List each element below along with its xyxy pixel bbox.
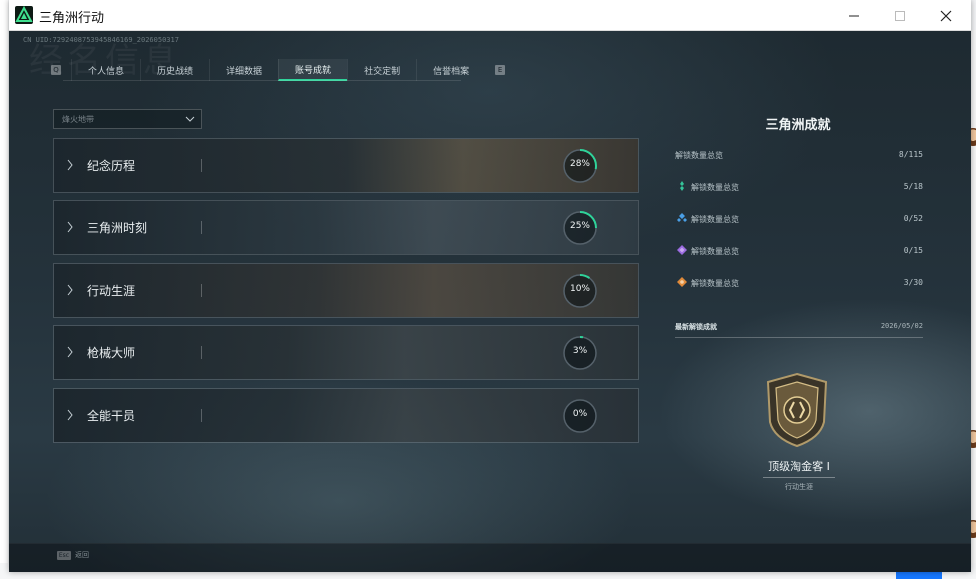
chevron-right-icon bbox=[67, 409, 73, 421]
badge-name: 顶级淘金客 I bbox=[768, 460, 830, 473]
category-row[interactable]: 枪械大师 3% bbox=[53, 325, 639, 380]
minimize-button[interactable] bbox=[831, 0, 877, 31]
category-banner bbox=[54, 326, 638, 379]
close-icon bbox=[940, 10, 952, 21]
stat-label: 解锁数量总览 bbox=[691, 279, 739, 288]
latest-unlock-label: 最新解锁成就 bbox=[675, 323, 717, 331]
tier-orange-icon bbox=[677, 277, 687, 287]
tier-blue-icon bbox=[677, 213, 687, 222]
stat-label: 解锁数量总览 bbox=[691, 247, 739, 256]
category-row[interactable]: 三角洲时刻 25% bbox=[53, 200, 639, 255]
progress-percent: 3% bbox=[572, 346, 588, 356]
tab-social[interactable]: 社交定制 bbox=[347, 59, 416, 81]
mode-filter-dropdown[interactable]: 烽火地带 bbox=[53, 109, 202, 129]
chevron-right-icon bbox=[67, 284, 73, 296]
tab-personal-info[interactable]: 个人信息 bbox=[71, 59, 140, 81]
app-logo-icon bbox=[15, 6, 33, 24]
progress-percent: 28% bbox=[569, 159, 590, 169]
footer-bar: Esc 返回 bbox=[9, 543, 971, 572]
tab-next-key[interactable]: E bbox=[495, 65, 506, 75]
category-label: 枪械大师 bbox=[87, 346, 136, 360]
latest-unlock-date: 2026/05/02 bbox=[880, 322, 923, 330]
category-label: 行动生涯 bbox=[87, 284, 136, 298]
chevron-down-icon bbox=[185, 116, 195, 122]
player-uid: CN UID:7292408753945846169_2026050317 bbox=[23, 36, 179, 44]
stat-tier-row: 解锁数量总览 0/52 bbox=[675, 212, 923, 226]
achievement-badge-icon[interactable] bbox=[764, 372, 830, 448]
stat-tier-row: 解锁数量总览 5/18 bbox=[675, 180, 923, 194]
stat-value: 3/30 bbox=[903, 278, 923, 287]
chevron-right-icon bbox=[67, 159, 73, 171]
tab-achievements[interactable]: 账号成就 bbox=[278, 59, 348, 81]
progress-percent: 25% bbox=[569, 221, 590, 231]
badge-category: 行动生涯 bbox=[785, 483, 813, 491]
category-divider bbox=[201, 221, 202, 234]
stat-value: 5/18 bbox=[903, 182, 923, 191]
stat-value: 8/115 bbox=[898, 150, 923, 159]
stat-tier-row: 解锁数量总览 0/15 bbox=[675, 244, 923, 258]
category-divider bbox=[201, 409, 202, 422]
back-label[interactable]: 返回 bbox=[75, 550, 89, 560]
stat-label: 解锁数量总览 bbox=[691, 215, 739, 224]
mode-filter-value: 烽火地带 bbox=[62, 115, 94, 124]
chevron-right-icon bbox=[67, 221, 73, 233]
category-banner bbox=[54, 264, 638, 317]
tab-divider bbox=[63, 80, 461, 81]
tier-purple-icon bbox=[677, 245, 687, 255]
tab-detailed-data[interactable]: 详细数据 bbox=[209, 59, 278, 81]
category-label: 全能干员 bbox=[87, 409, 136, 423]
background-page-left-edge bbox=[0, 0, 8, 579]
progress-percent: 0% bbox=[572, 409, 588, 419]
game-window: 三角洲行动 经名信息 CN UID:7292408753945846169_20… bbox=[9, 0, 971, 572]
tab-prev-key[interactable]: Q bbox=[51, 65, 61, 75]
minimize-icon bbox=[849, 15, 859, 16]
stat-value: 0/15 bbox=[903, 246, 923, 255]
tab-bar: Q 个人信息 历史战绩 详细数据 账号成就 社交定制 信誉档案 E bbox=[51, 59, 506, 81]
category-divider bbox=[201, 284, 202, 297]
maximize-button[interactable] bbox=[877, 0, 923, 31]
window-title: 三角洲行动 bbox=[39, 11, 105, 26]
chevron-right-icon bbox=[67, 346, 73, 358]
category-row[interactable]: 全能干员 0% bbox=[53, 388, 639, 443]
category-banner bbox=[54, 389, 638, 442]
badge-divider bbox=[763, 477, 835, 478]
category-row[interactable]: 行动生涯 10% bbox=[53, 263, 639, 318]
category-label: 三角洲时刻 bbox=[87, 221, 148, 235]
achievement-panel-title: 三角洲成就 bbox=[765, 118, 831, 133]
stat-total-row: 解锁数量总览 8/115 bbox=[675, 148, 923, 162]
stat-tier-row: 解锁数量总览 3/30 bbox=[675, 276, 923, 290]
tier-green-icon bbox=[680, 181, 684, 191]
stat-value: 0/52 bbox=[903, 214, 923, 223]
tab-history[interactable]: 历史战绩 bbox=[140, 59, 209, 81]
latest-unlock-header: 最新解锁成就 2026/05/02 bbox=[675, 320, 923, 338]
stat-label: 解锁数量总览 bbox=[691, 183, 739, 192]
maximize-icon bbox=[895, 10, 905, 21]
stat-label: 解锁数量总览 bbox=[675, 151, 723, 160]
back-key[interactable]: Esc bbox=[57, 551, 71, 560]
close-button[interactable] bbox=[923, 0, 969, 31]
category-divider bbox=[201, 346, 202, 359]
category-banner bbox=[54, 139, 638, 192]
category-label: 纪念历程 bbox=[87, 159, 136, 173]
game-content: 经名信息 CN UID:7292408753945846169_20260503… bbox=[9, 31, 971, 572]
category-row[interactable]: 纪念历程 28% bbox=[53, 138, 639, 193]
tab-reputation[interactable]: 信誉档案 bbox=[416, 59, 485, 81]
category-divider bbox=[201, 159, 202, 172]
title-bar: 三角洲行动 bbox=[9, 0, 971, 31]
progress-percent: 10% bbox=[569, 284, 590, 294]
